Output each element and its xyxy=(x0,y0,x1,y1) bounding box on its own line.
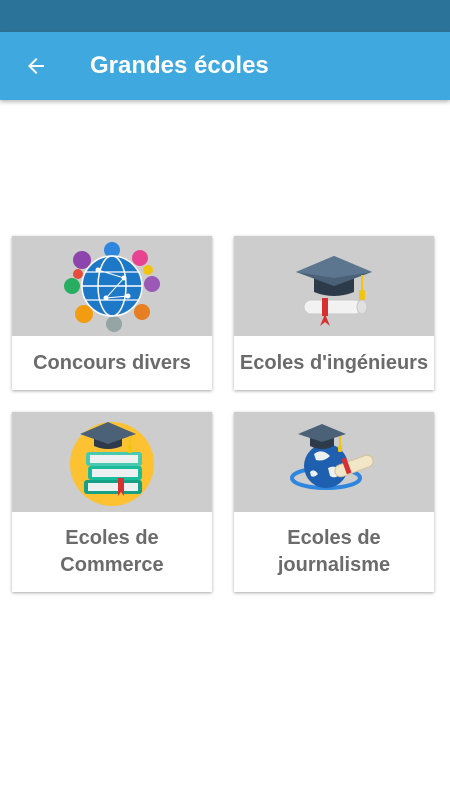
card-label-area: Concours divers xyxy=(12,336,212,390)
card-ecoles-commerce[interactable]: Ecoles de Commerce xyxy=(12,412,212,592)
card-label: Concours divers xyxy=(33,351,191,374)
card-image xyxy=(234,412,434,512)
books-cap-icon xyxy=(70,422,154,506)
card-concours-divers[interactable]: Concours divers xyxy=(12,236,212,390)
card-image xyxy=(234,236,434,336)
card-label-area: Ecoles de journalisme xyxy=(234,512,434,592)
graduation-cap-diploma-icon xyxy=(296,256,372,326)
card-image xyxy=(12,236,212,336)
app-bar: Grandes écoles xyxy=(0,32,450,100)
card-ecoles-ingenieurs[interactable]: Ecoles d'ingénieurs xyxy=(234,236,434,390)
card-image xyxy=(12,412,212,512)
status-bar xyxy=(0,0,450,32)
card-label-area: Ecoles d'ingénieurs xyxy=(234,336,434,390)
card-label-area: Ecoles de Commerce xyxy=(12,512,212,592)
card-label: Ecoles de journalisme xyxy=(277,527,391,576)
back-button[interactable] xyxy=(20,50,52,82)
card-label: Ecoles d'ingénieurs xyxy=(239,351,429,374)
card-ecoles-journalisme[interactable]: Ecoles de journalisme xyxy=(234,412,434,592)
globe-network-icon xyxy=(64,242,160,332)
card-label: Ecoles de Commerce xyxy=(60,527,164,576)
arrow-left-icon xyxy=(28,58,44,74)
page-title: Grandes écoles xyxy=(90,52,269,79)
globe-cap-diploma-icon xyxy=(290,424,374,490)
